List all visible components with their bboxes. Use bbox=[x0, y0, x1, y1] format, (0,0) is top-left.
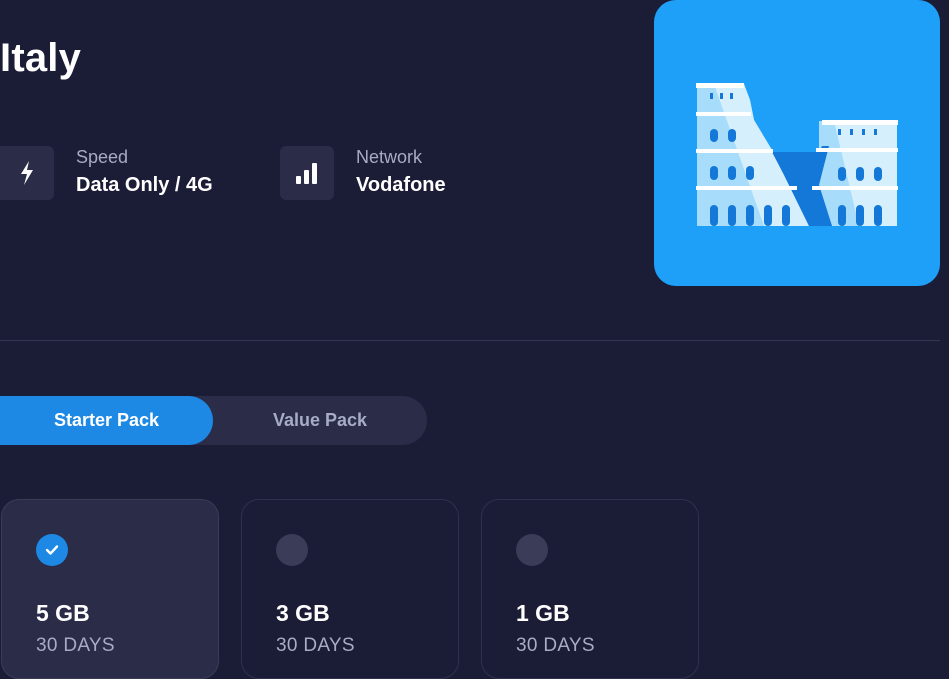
colosseum-illustration bbox=[654, 0, 940, 286]
country-title: Italy bbox=[0, 36, 82, 80]
check-icon[interactable] bbox=[36, 534, 68, 566]
plan-duration: 30 DAYS bbox=[36, 635, 115, 656]
tab-starter-pack[interactable]: Starter Pack bbox=[0, 396, 213, 445]
plan-size: 5 GB bbox=[36, 600, 90, 626]
speed-value: Data Only / 4G bbox=[76, 174, 213, 196]
plan-duration: 30 DAYS bbox=[276, 635, 355, 656]
plan-card-3gb[interactable]: 3 GB 30 DAYS bbox=[241, 499, 459, 679]
plan-size: 1 GB bbox=[516, 600, 570, 626]
radio-unchecked-icon[interactable] bbox=[276, 534, 308, 566]
lightning-icon bbox=[0, 146, 54, 200]
section-divider bbox=[0, 340, 940, 341]
radio-unchecked-icon[interactable] bbox=[516, 534, 548, 566]
plan-card-5gb[interactable]: 5 GB 30 DAYS bbox=[1, 499, 219, 679]
network-info: Network Vodafone bbox=[280, 146, 446, 200]
signal-bars-icon bbox=[280, 146, 334, 200]
plan-card-1gb[interactable]: 1 GB 30 DAYS bbox=[481, 499, 699, 679]
speed-label: Speed bbox=[76, 147, 129, 167]
network-value: Vodafone bbox=[356, 174, 446, 196]
network-label: Network bbox=[356, 147, 423, 167]
plan-duration: 30 DAYS bbox=[516, 635, 595, 656]
speed-info: Speed Data Only / 4G bbox=[0, 146, 213, 200]
tab-value-pack[interactable]: Value Pack bbox=[213, 396, 427, 445]
pack-tabs: Starter Pack Value Pack bbox=[0, 396, 427, 445]
plan-size: 3 GB bbox=[276, 600, 330, 626]
